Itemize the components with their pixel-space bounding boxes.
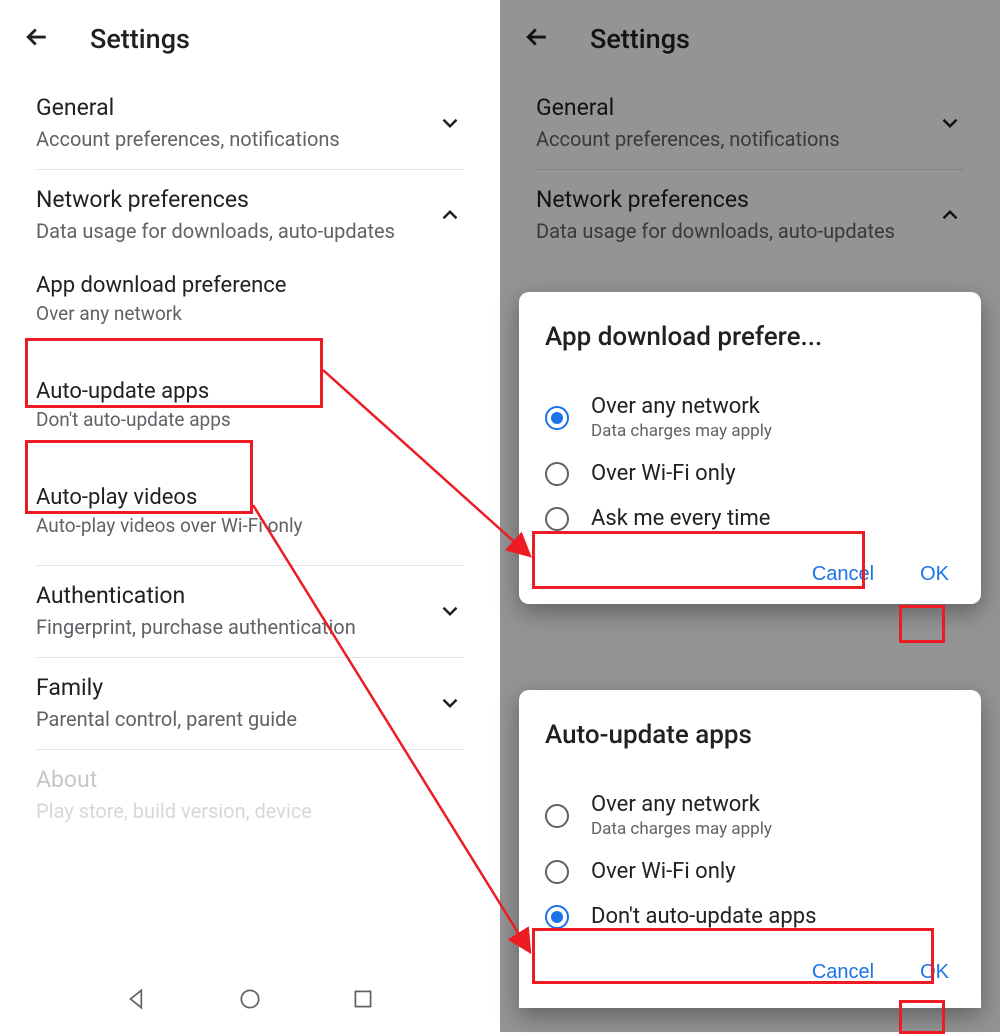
option-over-any-network[interactable]: Over any network Data charges may apply xyxy=(545,782,955,849)
section-title: Authentication xyxy=(36,582,436,609)
item-auto-update-apps[interactable]: Auto-update apps Don't auto-update apps xyxy=(0,367,500,445)
page-title: Settings xyxy=(90,23,190,55)
option-dont-auto-update[interactable]: Don't auto-update apps xyxy=(545,894,955,939)
item-title: Auto-update apps xyxy=(36,379,464,404)
section-title: About xyxy=(36,766,464,793)
section-about[interactable]: About Play store, build version, device xyxy=(0,750,500,841)
option-label: Don't auto-update apps xyxy=(591,904,955,929)
nav-back-icon[interactable] xyxy=(124,986,150,1016)
item-subtitle: Don't auto-update apps xyxy=(36,408,464,431)
item-subtitle: Over any network xyxy=(36,302,464,325)
dialog-title: Auto-update apps xyxy=(545,720,955,750)
ok-button[interactable]: OK xyxy=(914,559,955,590)
section-subtitle: Parental control, parent guide xyxy=(36,707,436,731)
chevron-down-icon xyxy=(436,110,464,136)
nav-home-icon[interactable] xyxy=(237,986,263,1016)
dialog-auto-update-apps: Auto-update apps Over any network Data c… xyxy=(519,690,981,1008)
header: Settings xyxy=(0,0,500,78)
section-subtitle: Play store, build version, device xyxy=(36,799,464,823)
item-title: App download preference xyxy=(36,273,464,298)
section-title: Network preferences xyxy=(36,186,436,213)
cancel-button[interactable]: Cancel xyxy=(806,559,880,590)
option-over-wifi-only[interactable]: Over Wi-Fi only xyxy=(545,451,955,496)
option-label: Ask me every time xyxy=(591,506,955,531)
option-over-any-network[interactable]: Over any network Data charges may apply xyxy=(545,384,955,451)
radio-icon xyxy=(545,905,569,929)
back-arrow-icon[interactable] xyxy=(22,22,52,56)
option-subtitle: Data charges may apply xyxy=(591,421,955,441)
chevron-down-icon xyxy=(436,598,464,624)
settings-screen-right: Settings General Account preferences, no… xyxy=(500,0,1000,1032)
option-label: Over any network xyxy=(591,792,955,817)
radio-icon xyxy=(545,860,569,884)
option-ask-me-every-time[interactable]: Ask me every time xyxy=(545,496,955,541)
dialog-app-download-preference: App download prefere... Over any network… xyxy=(519,292,981,604)
item-app-download-preference[interactable]: App download preference Over any network xyxy=(0,261,500,339)
option-label: Over Wi-Fi only xyxy=(591,859,955,884)
radio-icon xyxy=(545,507,569,531)
section-general[interactable]: General Account preferences, notificatio… xyxy=(0,78,500,169)
radio-icon xyxy=(545,406,569,430)
section-family[interactable]: Family Parental control, parent guide xyxy=(0,658,500,749)
dialog-title: App download prefere... xyxy=(545,322,955,352)
section-title: Family xyxy=(36,674,436,701)
item-title: Auto-play videos xyxy=(36,485,464,510)
chevron-down-icon xyxy=(436,690,464,716)
section-title: General xyxy=(36,94,436,121)
option-subtitle: Data charges may apply xyxy=(591,819,955,839)
option-over-wifi-only[interactable]: Over Wi-Fi only xyxy=(545,849,955,894)
item-auto-play-videos[interactable]: Auto-play videos Auto-play videos over W… xyxy=(0,473,500,551)
section-subtitle: Account preferences, notifications xyxy=(36,127,436,151)
item-subtitle: Auto-play videos over Wi-Fi only xyxy=(36,514,464,537)
section-subtitle: Data usage for downloads, auto-updates xyxy=(36,219,436,243)
option-label: Over any network xyxy=(591,394,955,419)
radio-icon xyxy=(545,804,569,828)
nav-recent-icon[interactable] xyxy=(350,986,376,1016)
ok-button[interactable]: OK xyxy=(914,957,955,988)
android-nav-bar xyxy=(0,976,500,1026)
section-authentication[interactable]: Authentication Fingerprint, purchase aut… xyxy=(0,566,500,657)
section-subtitle: Fingerprint, purchase authentication xyxy=(36,615,436,639)
chevron-up-icon xyxy=(436,202,464,228)
section-network-preferences[interactable]: Network preferences Data usage for downl… xyxy=(0,170,500,261)
option-label: Over Wi-Fi only xyxy=(591,461,955,486)
settings-screen-left: Settings General Account preferences, no… xyxy=(0,0,500,1032)
cancel-button[interactable]: Cancel xyxy=(806,957,880,988)
radio-icon xyxy=(545,462,569,486)
